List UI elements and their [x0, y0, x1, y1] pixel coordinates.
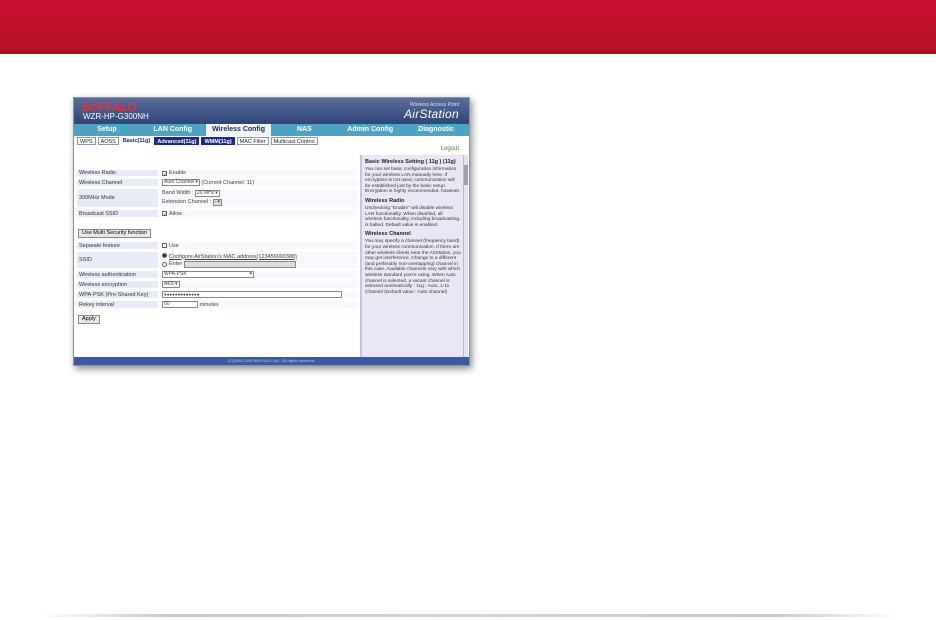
use-checkbox[interactable] [162, 243, 167, 248]
broadcast-ssid-label: Broadcast SSID [76, 209, 159, 218]
psk-row: WPA-PSK (Pre-Shared Key) ●●●●●●●●●●●●● [76, 290, 358, 299]
wireless-radio-label: Wireless Radio [76, 169, 159, 177]
logout-link[interactable]: Logout [441, 146, 459, 152]
subtab-mac-filter[interactable]: MAC Filter [236, 137, 269, 145]
auth-row: Wireless authentication WPA-PSK ▾ [76, 270, 358, 279]
band-width-select[interactable]: 20 MHz ▾ [195, 190, 220, 197]
help-title: Basic Wireless Setting ( 11g ) (11g) [365, 159, 456, 165]
ssid-mac-option: Configure AirStation's MAC address(12345… [169, 253, 297, 260]
model-name: WZR-HP-G300NH [83, 112, 149, 121]
main-tabs: Setup LAN Config Wireless Config NAS Adm… [74, 124, 469, 136]
tab-wireless-config[interactable]: Wireless Config [205, 124, 272, 136]
chevron-down-icon: ▾ [249, 271, 252, 277]
encryption-row: Wireless encryption AES ▾ [76, 280, 358, 289]
psk-label: WPA-PSK (Pre-Shared Key) [76, 290, 159, 299]
encryption-label: Wireless encryption [76, 280, 159, 289]
settings-form: Wireless Radio ✓ Enable Wireless Channel … [76, 155, 358, 355]
rekey-input[interactable]: 60 [162, 301, 198, 308]
mode-label: 300MHz Mode [76, 188, 159, 208]
help-channel-text: You may specify a channel (frequency ban… [365, 239, 461, 295]
allow-checkbox[interactable]: ✓ [162, 211, 168, 218]
auth-select[interactable]: WPA-PSK ▾ [162, 271, 254, 278]
subtab-wmm[interactable]: WMM(11g) [201, 137, 235, 145]
chevron-down-icon: ▾ [215, 190, 218, 196]
wireless-radio-row: Wireless Radio ✓ Enable [76, 169, 358, 178]
tab-lan-config[interactable]: LAN Config [140, 124, 206, 136]
band-width-label: Band Width : [162, 190, 194, 196]
auth-label: Wireless authentication [76, 270, 159, 279]
ssid-mac-radio[interactable] [162, 252, 167, 258]
ssid-enter-radio[interactable] [162, 261, 167, 267]
rekey-label: Rekey interval [76, 300, 159, 309]
help-channel-title: Wireless Channel [365, 231, 411, 238]
subtab-multicast[interactable]: Multicast Control [270, 137, 318, 145]
help-scrollbar[interactable] [463, 155, 468, 357]
mode-row: 300MHz Mode Band Width : 20 MHz ▾ Extensi… [76, 188, 358, 208]
enable-label: Enable [169, 170, 187, 176]
sub-tabs: WPS AOSS Basic(11g) Advanced(11g) WMM(11… [74, 136, 469, 146]
enable-checkbox[interactable]: ✓ [162, 170, 168, 178]
use-label: Use [169, 242, 179, 249]
ssid-label: SSID [76, 251, 159, 269]
subtab-basic[interactable]: Basic(11g) [120, 137, 153, 145]
separate-row: Separate feature Use [76, 241, 358, 250]
ext-channel-select[interactable]: - ▾ [212, 199, 222, 206]
ssid-input[interactable] [183, 260, 296, 268]
help-radio-title: Wireless Radio [365, 197, 405, 204]
subtab-advanced[interactable]: Advanced(11g) [154, 137, 200, 145]
allow-label: Allow [169, 210, 183, 217]
separate-label: Separate feature [76, 241, 159, 250]
help-radio-text: Unchecking "Enable" will disable wireles… [365, 205, 461, 228]
router-screenshot: BUFFALO WZR-HP-G300NH Wireless Access Po… [73, 97, 470, 366]
channel-select[interactable]: Auto Channel ▾ [162, 179, 200, 186]
broadcast-ssid-row: Broadcast SSID ✓ Allow [76, 209, 358, 218]
ssid-row: SSID Configure AirStation's MAC address(… [76, 251, 358, 269]
tab-admin-config[interactable]: Admin Config [337, 124, 403, 136]
current-channel: (Current Channel: 11) [201, 179, 255, 186]
rekey-unit: minutes [199, 301, 219, 308]
bottom-divider [40, 614, 900, 617]
tab-setup[interactable]: Setup [74, 124, 140, 136]
apply-button[interactable]: Apply [78, 315, 100, 324]
subtab-aoss[interactable]: AOSS [97, 137, 119, 145]
psk-input[interactable]: ●●●●●●●●●●●●● [162, 291, 342, 298]
router-header: BUFFALO WZR-HP-G300NH Wireless Access Po… [74, 98, 469, 124]
tab-nas[interactable]: NAS [271, 124, 337, 136]
encryption-select[interactable]: AES ▾ [162, 281, 180, 288]
wireless-channel-row: Wireless Channel Auto Channel ▾ (Current … [76, 178, 358, 187]
top-banner [0, 0, 936, 54]
rekey-row: Rekey interval 60 minutes [76, 300, 358, 309]
help-intro: You can set basic configuration informat… [365, 167, 461, 195]
help-panel: Basic Wireless Setting ( 11g ) (11g) You… [360, 155, 464, 357]
subtab-wps[interactable]: WPS [77, 137, 96, 145]
channel-label: Wireless Channel [76, 178, 159, 187]
scrollbar-thumb[interactable] [464, 165, 468, 185]
airstation-logo: AirStation [403, 107, 459, 121]
multi-security-button[interactable]: Use Multi Security function [78, 229, 152, 238]
copyright-footer: (C)2000-2009 BUFFALO INC. All rights res… [74, 357, 469, 365]
chevron-down-icon: ▾ [175, 281, 178, 287]
chevron-down-icon: ▾ [195, 179, 198, 185]
tab-diagnostic[interactable]: Diagnostic [403, 124, 469, 136]
chevron-down-icon: ▾ [217, 199, 220, 205]
ssid-enter-option: Enter [169, 261, 183, 267]
ext-channel-label: Extension Channel : [162, 199, 212, 205]
